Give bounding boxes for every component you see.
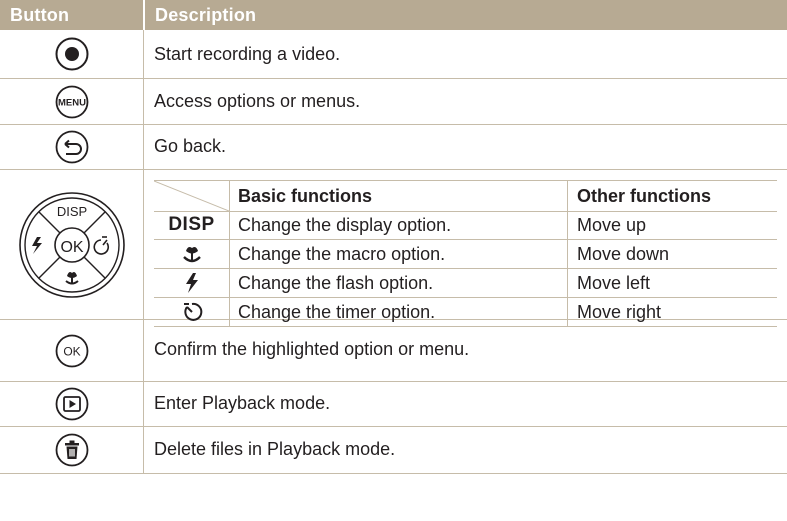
other-function: Move left [577,273,651,293]
svg-text:OK: OK [60,239,83,256]
header-label-description: Description [155,5,257,25]
nav-table-header: Basic functions Other functions [154,180,777,212]
playback-icon [0,382,143,426]
row-description: Delete files in Playback mode. [154,439,396,459]
table-row: MENU Access options or menus. [0,79,787,125]
flash-icon [154,269,229,297]
row-description: Start recording a video. [154,44,341,64]
table-row: Delete files in Playback mode. [0,427,787,474]
disp-label: DISP [168,214,215,235]
table-row: DISP Change the display option. Move up [154,211,777,240]
basic-function: Change the display option. [238,215,452,235]
row-description: Enter Playback mode. [154,393,331,413]
header-cell-description: Description [145,0,787,30]
header-label-button: Button [10,5,70,25]
other-function: Move down [577,244,670,264]
delete-icon [0,427,143,473]
row-description: Confirm the highlighted option or menu. [154,339,470,359]
table-row: Enter Playback mode. [0,382,787,427]
table-row: Change the flash option. Move left [154,269,777,298]
header-cell-button: Button [0,0,143,30]
table-row: Go back. [0,125,787,170]
svg-text:DISP: DISP [56,204,86,219]
header-other-functions: Other functions [577,186,711,206]
basic-function: Change the flash option. [238,273,434,293]
back-icon [0,125,143,169]
row-description: Access options or menus. [154,91,361,111]
svg-text:MENU: MENU [58,97,86,108]
table-row-navigation: OK DISP Basic functions Other functions … [0,170,787,327]
button-description-table: Button Description Start recording a vid… [0,0,787,521]
table-header: Button Description [0,0,787,30]
other-function: Move up [577,215,647,235]
basic-function: Change the macro option. [238,244,446,264]
row-description: Go back. [154,136,227,156]
ok-button-icon: OK [0,320,143,381]
record-icon [0,30,143,78]
table-row: OK Confirm the highlighted option or men… [0,320,787,382]
diagonal-header-cell [154,181,229,211]
svg-text:OK: OK [63,344,80,358]
table-row: Start recording a video. [0,30,787,79]
macro-icon [154,240,229,268]
menu-button-icon: MENU [0,79,143,124]
navigation-pad-icon: OK DISP [0,170,143,319]
header-basic-functions: Basic functions [238,186,373,206]
table-row: Change the macro option. Move down [154,240,777,269]
